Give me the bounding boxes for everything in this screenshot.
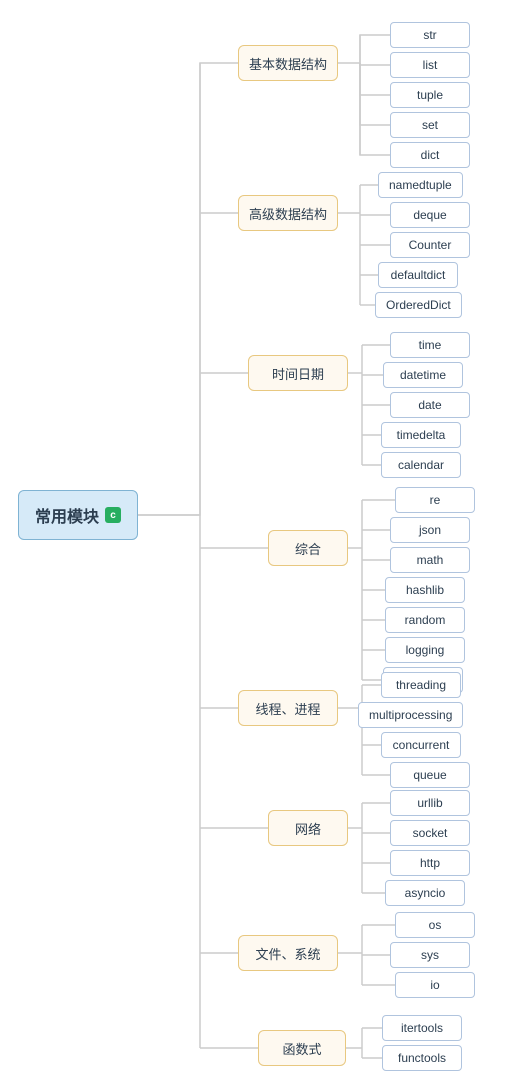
- leaf-set: set: [390, 112, 470, 138]
- category-thread: 线程、进程: [238, 690, 338, 726]
- leaf-dict: dict: [390, 142, 470, 168]
- leaf-time: time: [390, 332, 470, 358]
- category-time: 时间日期: [248, 355, 348, 391]
- leaf-tuple: tuple: [390, 82, 470, 108]
- leaf-timedelta: timedelta: [381, 422, 461, 448]
- leaf-re: re: [395, 487, 475, 513]
- category-advanced: 高级数据结构: [238, 195, 338, 231]
- leaf-random: random: [385, 607, 465, 633]
- leaf-queue: queue: [390, 762, 470, 788]
- category-file: 文件、系统: [238, 935, 338, 971]
- leaf-calendar: calendar: [381, 452, 461, 478]
- category-basic: 基本数据结构: [238, 45, 338, 81]
- leaf-deque: deque: [390, 202, 470, 228]
- root-label: 常用模块: [35, 503, 99, 527]
- leaf-namedtuple: namedtuple: [378, 172, 463, 198]
- root-node: 常用模块: [18, 490, 138, 540]
- leaf-threading: threading: [381, 672, 461, 698]
- leaf-functools: functools: [382, 1045, 462, 1071]
- category-misc: 综合: [268, 530, 348, 566]
- leaf-ordereddict: OrderedDict: [375, 292, 462, 318]
- category-network: 网络: [268, 810, 348, 846]
- leaf-datetime: datetime: [383, 362, 463, 388]
- leaf-os: os: [395, 912, 475, 938]
- leaf-counter: Counter: [390, 232, 470, 258]
- leaf-io: io: [395, 972, 475, 998]
- leaf-list: list: [390, 52, 470, 78]
- leaf-json: json: [390, 517, 470, 543]
- leaf-itertools: itertools: [382, 1015, 462, 1041]
- leaf-urllib: urllib: [390, 790, 470, 816]
- leaf-concurrent: concurrent: [381, 732, 461, 758]
- leaf-http: http: [390, 850, 470, 876]
- leaf-socket: socket: [390, 820, 470, 846]
- leaf-sys: sys: [390, 942, 470, 968]
- root-icon: [105, 507, 121, 523]
- leaf-hashlib: hashlib: [385, 577, 465, 603]
- mind-map: 常用模块 基本数据结构 str list tuple set dict 高级数据…: [0, 0, 516, 1079]
- leaf-logging: logging: [385, 637, 465, 663]
- leaf-str: str: [390, 22, 470, 48]
- leaf-date: date: [390, 392, 470, 418]
- leaf-multiprocessing: multiprocessing: [358, 702, 463, 728]
- leaf-defaultdict: defaultdict: [378, 262, 458, 288]
- category-func: 函数式: [258, 1030, 346, 1066]
- leaf-asyncio: asyncio: [385, 880, 465, 906]
- leaf-math: math: [390, 547, 470, 573]
